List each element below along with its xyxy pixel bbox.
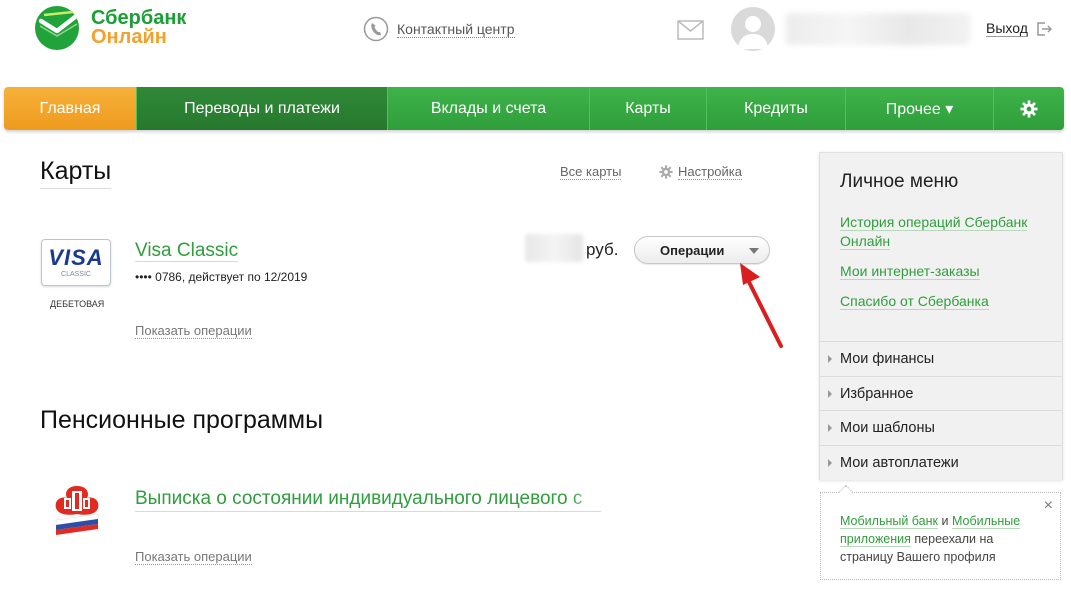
cards-settings-link[interactable]: Настройка: [659, 164, 742, 180]
notice-and: и: [938, 514, 952, 528]
avatar[interactable]: [731, 7, 775, 51]
sidebar-link-label: Мои интернет-заказы: [840, 263, 980, 280]
gear-icon: [1020, 99, 1038, 118]
sidebar-link-internet-orders[interactable]: Мои интернет-заказы: [840, 262, 1055, 281]
nav-item-cards[interactable]: Карты: [590, 87, 707, 130]
nav-item-other[interactable]: Прочее ▾: [846, 87, 994, 130]
settings-label: Настройка: [678, 164, 742, 180]
show-pension-operations-link[interactable]: Показать операции: [135, 549, 252, 565]
card-balance-blurred: [525, 234, 583, 262]
mobile-bank-link[interactable]: Мобильный банк: [840, 514, 938, 529]
text-fade: [571, 488, 601, 511]
contact-center-link[interactable]: Контактный центр: [397, 21, 515, 38]
nav-item-credits[interactable]: Кредиты: [707, 87, 846, 130]
pension-statement-link[interactable]: Выписка о состоянии индивидуального лице…: [135, 488, 601, 512]
nav-settings-button[interactable]: [994, 87, 1064, 130]
notice-pointer: [838, 484, 854, 500]
sberbank-logo-icon: [35, 6, 79, 50]
all-cards-link[interactable]: Все карты: [560, 164, 622, 180]
close-icon[interactable]: ×: [1044, 497, 1053, 515]
notice-text: Мобильный банк и Мобильные приложения пе…: [840, 512, 1045, 566]
gear-icon: [659, 165, 673, 179]
sidebar-item-label: Мои автоплатежи: [840, 455, 959, 471]
nav-item-deposits[interactable]: Вклады и счета: [388, 87, 590, 130]
caret-down-icon: [749, 248, 759, 254]
sberbank-logo[interactable]: Сбербанк Онлайн: [33, 4, 186, 52]
sidebar-link-spasibo[interactable]: Спасибо от Сбербанка: [840, 292, 1055, 311]
sidebar-item-label: Избранное: [840, 386, 914, 402]
card-number: •••• 0786, действует по 12/2019: [135, 270, 308, 284]
visa-logo-word: VISA: [48, 245, 104, 270]
sidebar-item-label: Мои шаблоны: [840, 420, 935, 436]
sidebar-link-label: Спасибо от Сбербанка: [840, 293, 989, 310]
visa-card-logo[interactable]: VISA CLASSIC: [41, 239, 111, 286]
main-nav: Главная Переводы и платежи Вклады и счет…: [4, 87, 1064, 130]
contact-center[interactable]: Контактный центр: [363, 16, 515, 42]
red-arrow-annotation: [740, 263, 783, 348]
mobile-bank-notice: × Мобильный банк и Мобильные приложения …: [820, 484, 1061, 580]
user-avatar-icon: [738, 16, 768, 49]
mail-icon[interactable]: [677, 20, 704, 40]
page-title: Карты: [40, 157, 112, 189]
phone-icon: [363, 16, 389, 42]
user-name-blurred: [786, 13, 970, 45]
sidebar-item-my-finances[interactable]: Мои финансы: [820, 341, 1062, 376]
sidebar-link-history[interactable]: История операций Сбербанк Онлайн: [840, 213, 1055, 251]
logout-icon: [1037, 21, 1052, 36]
pension-fund-logo: [55, 486, 99, 535]
sidebar-item-favorites[interactable]: Избранное: [820, 376, 1062, 411]
sidebar-item-label: Мои финансы: [840, 351, 935, 367]
visa-logo-sub: CLASSIC: [61, 271, 91, 278]
logout-button[interactable]: Выход: [986, 20, 1052, 37]
pension-statement-label: Выписка о состоянии индивидуального лице…: [135, 488, 583, 509]
operations-button-label: Операции: [660, 242, 725, 258]
sidebar-item-templates[interactable]: Мои шаблоны: [820, 410, 1062, 445]
triangle-right-icon: [828, 424, 832, 432]
triangle-right-icon: [828, 459, 832, 467]
show-card-operations-link[interactable]: Показать операции: [135, 323, 252, 339]
triangle-right-icon: [828, 355, 832, 363]
triangle-right-icon: [828, 390, 832, 398]
logo-line-2: Онлайн: [91, 26, 167, 48]
logout-label: Выход: [986, 20, 1028, 37]
sidebar-item-autopayments[interactable]: Мои автоплатежи: [820, 445, 1062, 480]
nav-item-transfers[interactable]: Переводы и платежи: [137, 87, 388, 130]
personal-menu: Личное меню История операций Сбербанк Он…: [819, 152, 1063, 480]
personal-menu-title: Личное меню: [840, 171, 959, 192]
card-type-label: ДЕБЕТОВАЯ: [50, 299, 105, 309]
card-balance-currency: руб.: [586, 240, 619, 259]
sidebar-link-label: История операций Сбербанк Онлайн: [840, 214, 1028, 250]
card-name-link[interactable]: Visa Classic: [135, 240, 239, 262]
nav-item-home[interactable]: Главная: [4, 87, 137, 130]
pension-section-title: Пенсионные программы: [40, 406, 324, 434]
